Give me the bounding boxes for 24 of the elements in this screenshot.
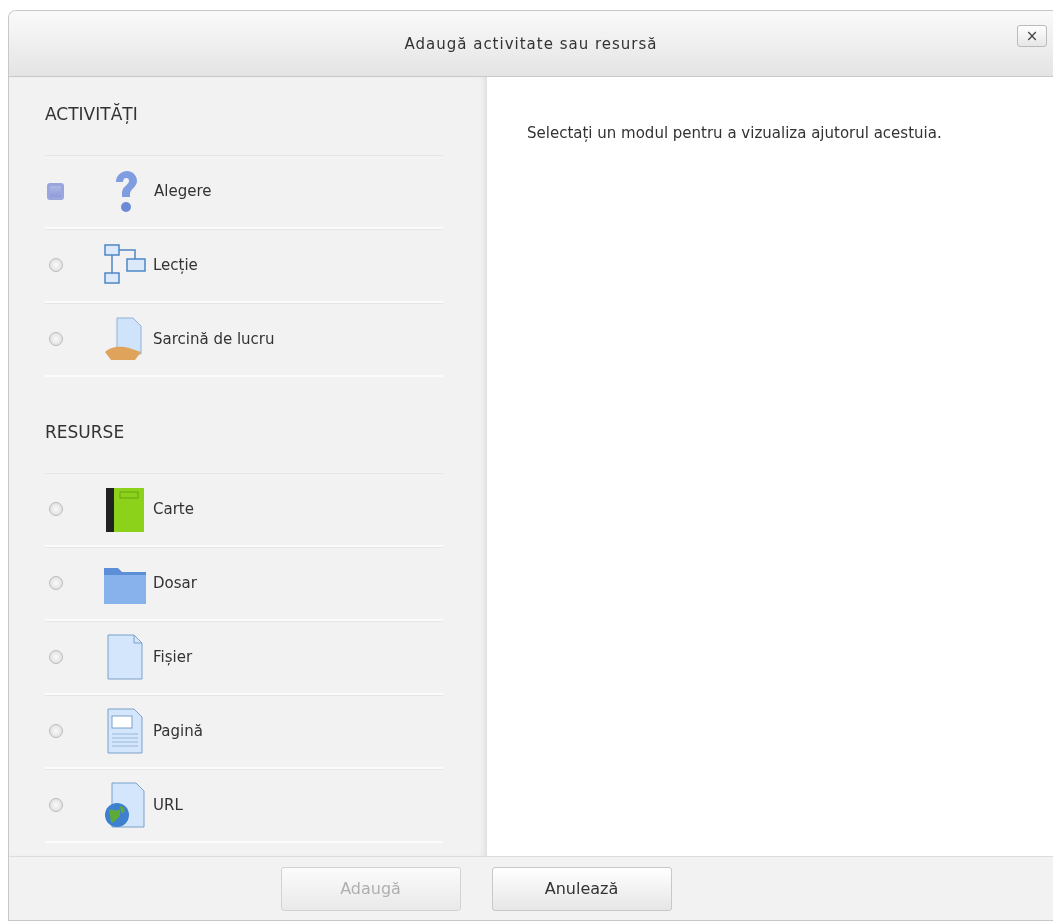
close-button[interactable]: × [1017, 25, 1047, 47]
radio-button[interactable] [49, 576, 63, 590]
module-label: Fișier [153, 648, 193, 666]
module-label: Alegere [154, 182, 212, 200]
section-heading: ACTIVITĂȚI [45, 102, 139, 126]
module-label: Carte [153, 500, 194, 518]
globe-on-page-icon [103, 782, 147, 828]
radio-button[interactable] [49, 502, 63, 516]
module-label: URL [153, 796, 183, 814]
help-text: Selectați un modul pentru a vizualiza ajutorul acestuia. [527, 123, 943, 144]
radio-button[interactable] [47, 182, 64, 200]
radio-button[interactable] [49, 650, 63, 664]
module-label: Lecție [153, 256, 198, 274]
dialog-title: Adaugă activitate sau resursă [404, 34, 658, 53]
module-label: Sarcină de lucru [153, 330, 275, 348]
radio-button[interactable] [49, 258, 63, 272]
section-heading: RESURSE [45, 421, 126, 444]
module-label: Dosar [153, 574, 197, 592]
radio-button[interactable] [49, 798, 63, 812]
cancel-button[interactable]: Anulează [491, 866, 672, 911]
radio-button[interactable] [49, 332, 63, 346]
radio-button[interactable] [49, 724, 63, 738]
book-icon [103, 486, 147, 532]
module-label: Pagină [153, 722, 203, 740]
